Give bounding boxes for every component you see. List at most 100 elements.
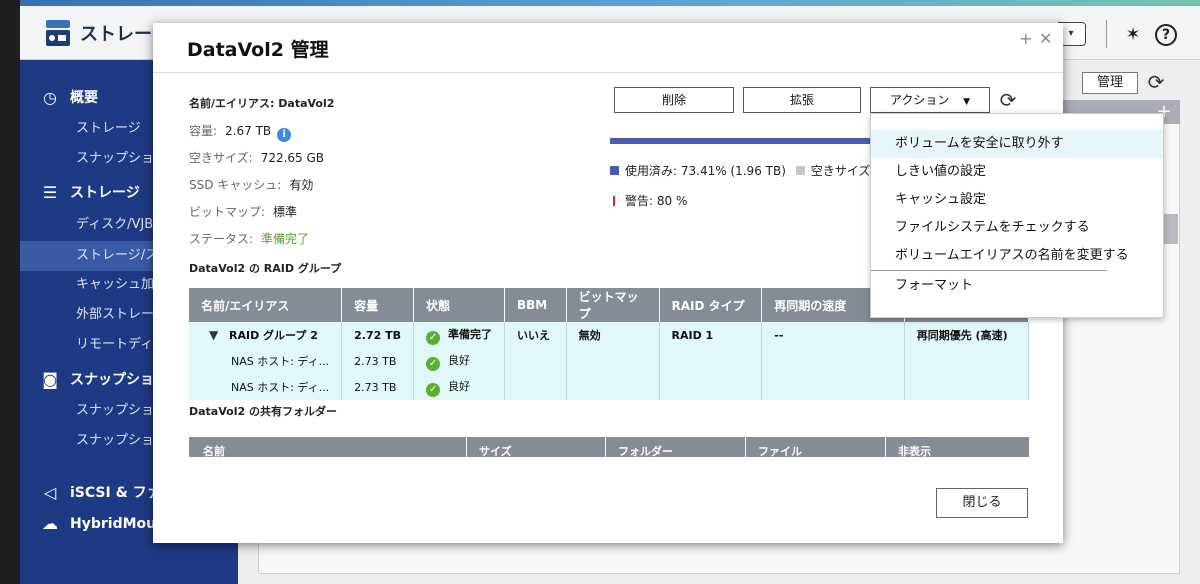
column-header[interactable]: 名前/エイリアス xyxy=(189,288,343,322)
menu-item-check-filesystem[interactable]: ファイルシステムをチェックする xyxy=(871,214,1163,242)
raid-name: RAID グループ 2 xyxy=(229,329,318,342)
disk-capacity: 2.73 TB xyxy=(341,374,415,400)
column-divider xyxy=(466,437,467,457)
usage-bar xyxy=(610,138,880,144)
raid-resync: -- xyxy=(761,322,905,348)
free-size-label: 空きサイズ: xyxy=(189,151,253,165)
panel-scrollbar[interactable] xyxy=(1164,214,1178,244)
warning-legend: 警告: 80 % xyxy=(610,192,687,209)
table-row[interactable]: NAS ホスト: ディ... 2.73 TB ✓ 良好 xyxy=(189,348,1030,374)
disk-name: NAS ホスト: ディ... xyxy=(189,374,343,400)
check-circle-icon: ✓ xyxy=(426,356,441,371)
sidebar-item-label: スナップショ xyxy=(76,403,155,418)
status-label: ステータス: xyxy=(189,232,254,246)
sidebar-item-label: キャッシュ加 xyxy=(76,277,155,292)
shared-folder-table-header: 名前 サイズ フォルダー ファイル 非表示 xyxy=(189,437,1029,457)
menu-item-rename-alias[interactable]: ボリュームエイリアスの名前を変更する xyxy=(871,242,1163,270)
check-circle-icon: ✓ xyxy=(426,382,441,397)
chevron-down-icon[interactable]: ▼ xyxy=(209,328,223,342)
dialog-header: DataVol2 管理 + ✕ xyxy=(153,23,1063,73)
column-header[interactable]: ビットマップ xyxy=(566,288,660,322)
name-value: DataVol2 xyxy=(278,97,335,110)
close-icon[interactable]: ✕ xyxy=(1039,29,1052,48)
disk-capacity: 2.73 TB xyxy=(341,348,415,374)
sidebar-item-label: ストレージ xyxy=(76,121,141,136)
wand-icon[interactable]: ✶ xyxy=(1122,24,1144,46)
gauge-icon: ◷ xyxy=(43,88,57,107)
check-circle-icon: ✓ xyxy=(426,330,441,345)
bitmap-row: ビットマップ: 標準 xyxy=(189,203,297,220)
caret-down-icon: ▼ xyxy=(963,97,971,107)
column-header[interactable]: サイズ xyxy=(479,443,512,457)
delete-button[interactable]: 削除 xyxy=(614,87,734,113)
ssd-cache-value: 有効 xyxy=(289,178,314,192)
raid-bitmap: 無効 xyxy=(566,322,660,348)
sidebar-item-label: リモートディ xyxy=(76,337,154,352)
column-header[interactable]: 名前 xyxy=(203,443,225,457)
table-row[interactable]: NAS ホスト: ディ... 2.73 TB ✓ 良好 xyxy=(189,374,1030,400)
column-header[interactable]: 非表示 xyxy=(898,443,931,457)
column-header[interactable]: フォルダー xyxy=(618,443,673,457)
storage-app-logo xyxy=(44,18,72,48)
capacity-label: 容量: xyxy=(189,124,218,138)
column-header[interactable]: 容量 xyxy=(341,288,415,322)
cloud-icon: ☁ xyxy=(42,514,58,533)
status-value: 準備完了 xyxy=(261,232,310,246)
free-size-value: 722.65 GB xyxy=(260,151,325,165)
action-button[interactable]: アクション ▼ xyxy=(870,87,990,113)
help-icon[interactable]: ? xyxy=(1155,24,1177,46)
warning-marker xyxy=(613,196,615,206)
sidebar-item-label: 概要 xyxy=(70,90,98,106)
raid-section-title: DataVol2 の RAID グループ xyxy=(189,262,342,275)
refresh-icon[interactable]: ⟳ xyxy=(995,87,1021,113)
column-header[interactable]: BBM xyxy=(504,288,567,322)
bitmap-value: 標準 xyxy=(273,205,298,219)
ssd-cache-row: SSD キャッシュ: 有効 xyxy=(189,176,313,193)
sidebar-item-label: スナップショ xyxy=(70,372,154,388)
close-button[interactable]: 閉じる xyxy=(936,488,1028,518)
maximize-icon[interactable]: + xyxy=(1019,29,1032,48)
free-size-row: 空きサイズ: 722.65 GB xyxy=(189,149,324,166)
sidebar-item-label: iSCSI & ファ xyxy=(70,485,161,501)
sidebar-item-label: 外部ストレー xyxy=(76,307,155,322)
desktop-edge xyxy=(0,0,20,584)
expand-button[interactable]: 拡張 xyxy=(743,87,861,113)
sidebar-item-label: ストレージ xyxy=(70,185,140,201)
menu-divider xyxy=(871,270,1107,271)
table-row[interactable]: ▼ RAID グループ 2 2.72 TB ✓ 準備完了 いいえ 無効 RAID 1… xyxy=(189,322,1030,348)
info-icon[interactable]: i xyxy=(277,128,292,142)
menu-item-cache-settings[interactable]: キャッシュ設定 xyxy=(871,186,1163,214)
column-header[interactable]: ファイル xyxy=(758,443,802,457)
usage-legend: 使用済み: 73.41% (1.96 TB) 空きサイズ: 26 xyxy=(610,162,894,179)
disk-name: NAS ホスト: ディ... xyxy=(189,348,343,374)
raid-status: 準備完了 xyxy=(448,327,493,341)
free-swatch xyxy=(795,166,805,175)
action-menu: ボリュームを安全に取り外す しきい値の設定 キャッシュ設定 ファイルシステムをチ… xyxy=(870,113,1164,318)
sidebar-item-label: ディスク/VJB xyxy=(76,217,154,232)
action-button-label: アクション xyxy=(889,93,950,107)
raid-type: RAID 1 xyxy=(659,322,763,348)
shared-folder-section-title: DataVol2 の共有フォルダー xyxy=(189,405,337,418)
menu-item-safely-remove[interactable]: ボリュームを安全に取り外す xyxy=(871,130,1163,158)
sidebar-item-label: スナップショ xyxy=(76,151,155,166)
manage-button[interactable]: 管理 xyxy=(1082,72,1138,94)
raid-bbm: いいえ xyxy=(504,322,567,348)
column-header[interactable]: RAID タイプ xyxy=(659,288,763,322)
menu-item-threshold[interactable]: しきい値の設定 xyxy=(871,158,1163,186)
refresh-icon[interactable]: ⟳ xyxy=(1144,70,1168,94)
name-row: 名前/エイリアス: DataVol2 xyxy=(189,95,334,111)
header-divider xyxy=(1106,20,1107,48)
ssd-cache-label: SSD キャッシュ: xyxy=(189,178,282,192)
column-header[interactable]: 状態 xyxy=(413,288,506,322)
menu-item-format[interactable]: フォーマット xyxy=(871,272,1163,300)
column-divider xyxy=(605,437,606,457)
iscsi-icon: ◁ xyxy=(43,483,57,502)
header-accent-stripe xyxy=(20,0,1200,6)
disk-status: 良好 xyxy=(448,353,471,367)
raid-resync-priority: 再同期優先 (高速) xyxy=(904,322,1030,348)
dialog-title: DataVol2 管理 xyxy=(187,39,329,61)
disk-status: 良好 xyxy=(448,379,471,393)
raid-capacity: 2.72 TB xyxy=(341,322,415,348)
used-text: 使用済み: 73.41% (1.96 TB) xyxy=(625,164,786,178)
database-icon: ☰ xyxy=(42,183,58,202)
